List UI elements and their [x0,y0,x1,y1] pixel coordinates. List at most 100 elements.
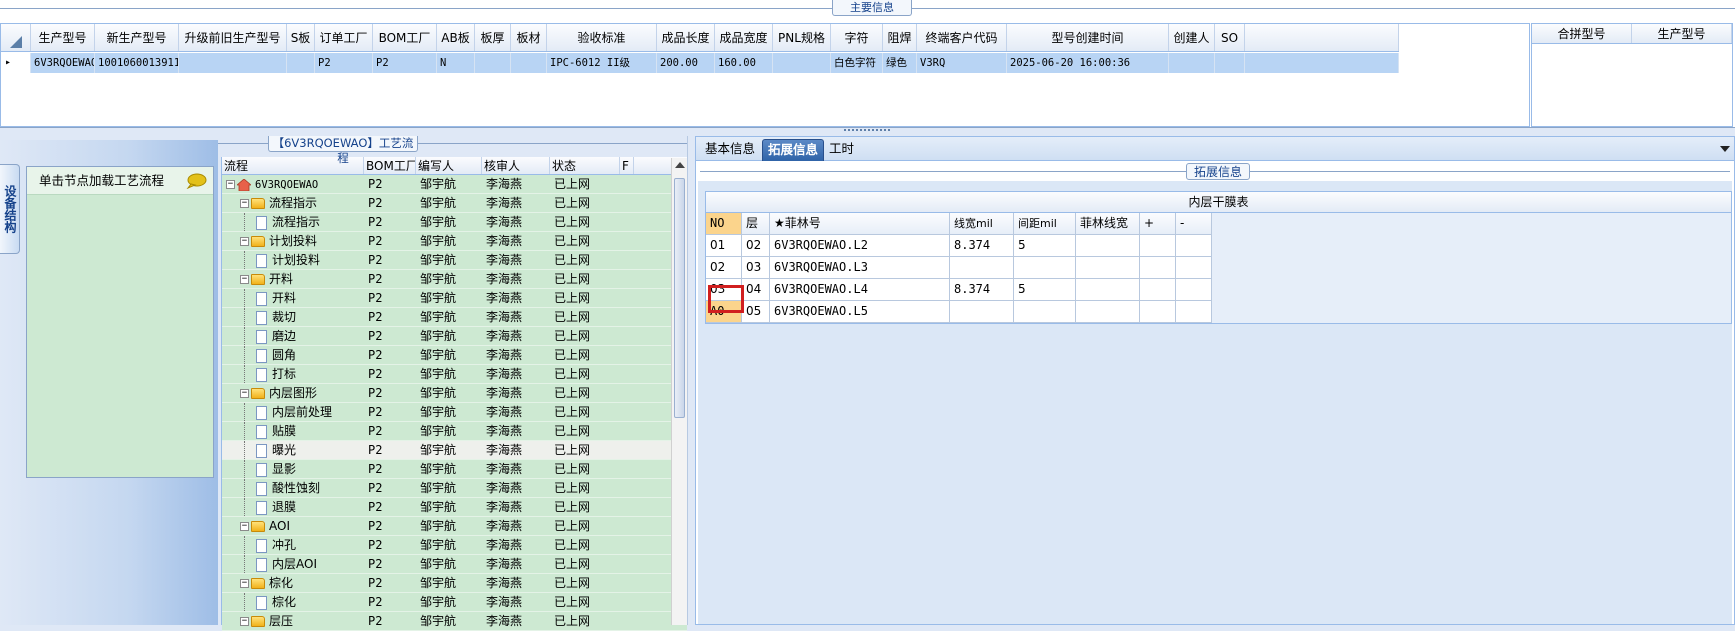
vertical-splitter[interactable] [687,136,695,625]
flow-node[interactable]: − 内层图形 [222,384,364,402]
merge-model-grid[interactable]: 合拼型号 生产型号 [1531,23,1733,127]
grid-cell[interactable] [511,53,547,73]
grid-cell[interactable]: 白色字符 [831,53,883,73]
film-cell[interactable]: A0 [706,301,742,323]
grid-cell[interactable]: 绿色 [883,53,917,73]
flow-node[interactable]: 棕化 [222,593,364,611]
flow-col-header-2[interactable]: 编写人 [416,157,482,174]
flow-tree-row[interactable]: 贴膜 P2 邹宇航 李海燕 已上网 [222,422,687,441]
film-cell[interactable] [1176,279,1212,301]
film-cell[interactable] [1014,301,1076,323]
film-cell[interactable]: 6V3RQOEWAO.L5 [770,301,950,323]
film-cell[interactable]: 6V3RQOEWAO.L3 [770,257,950,279]
col-header-8[interactable]: 板厚 [475,24,511,51]
flow-node[interactable]: − 层压 [222,612,364,630]
col-header-4[interactable]: S板 [287,24,315,51]
film-cell[interactable] [950,257,1014,279]
flow-tree-row[interactable]: 打标 P2 邹宇航 李海燕 已上网 [222,365,687,384]
flow-tree-row[interactable]: 冲孔 P2 邹宇航 李海燕 已上网 [222,536,687,555]
col-header-3[interactable]: 升级前旧生产型号 [179,24,287,51]
grid-cell[interactable]: N [437,53,475,73]
flow-node[interactable]: − 流程指示 [222,194,364,212]
flow-node[interactable]: − 开料 [222,270,364,288]
film-cell[interactable] [1140,301,1176,323]
flow-tree-row[interactable]: − 层压 P2 邹宇航 李海燕 已上网 [222,612,687,631]
tab-extended-info[interactable]: 拓展信息 [762,139,825,161]
scrollbar-thumb[interactable] [674,178,685,418]
grid-cell[interactable] [1245,53,1399,73]
flow-node[interactable]: 酸性蚀刻 [222,479,364,497]
col-header-20[interactable] [1245,24,1399,51]
flow-col-header-3[interactable]: 核审人 [482,157,550,174]
col-header-2[interactable]: 新生产型号 [95,24,179,51]
grid-cell[interactable]: 6V3RQOEWAO [31,53,95,73]
film-cell[interactable] [1140,235,1176,257]
col-header-6[interactable]: BOM工厂 [373,24,437,51]
col-header-12[interactable]: 成品宽度 [715,24,773,51]
flow-tree-row[interactable]: 内层前处理 P2 邹宇航 李海燕 已上网 [222,403,687,422]
inner-dry-film-table[interactable]: 内层干膜表 NO 层 ★菲林号 线宽mil 间距mil 菲林线宽 + - 01 02 6V3RQO… [705,191,1732,324]
grid-cell[interactable]: P2 [315,53,373,73]
flow-tree-row[interactable]: − 流程指示 P2 邹宇航 李海燕 已上网 [222,194,687,213]
film-col-header-5[interactable]: 菲林线宽 [1076,213,1140,235]
col-header-16[interactable]: 终端客户代码 [917,24,1007,51]
flow-tree-row[interactable]: − 开料 P2 邹宇航 李海燕 已上网 [222,270,687,289]
row-pointer-icon[interactable]: ▸ [1,53,31,73]
flow-tree-row[interactable]: − 内层图形 P2 邹宇航 李海燕 已上网 [222,384,687,403]
col-header-14[interactable]: 字符 [831,24,883,51]
grid-cell[interactable]: 2025-06-20 16:00:36 [1007,53,1169,73]
film-cell[interactable]: 6V3RQOEWAO.L4 [770,279,950,301]
flow-tree-row[interactable]: − 棕化 P2 邹宇航 李海燕 已上网 [222,574,687,593]
flow-tree-row[interactable]: − 6V3RQOEWAO P2 邹宇航 李海燕 已上网 [222,175,687,194]
flow-node[interactable]: 裁切 [222,308,364,326]
tree-collapse-icon[interactable]: − [240,389,249,398]
film-cell[interactable]: 02 [742,235,770,257]
film-cell[interactable] [1140,279,1176,301]
col-header-17[interactable]: 型号创建时间 [1007,24,1169,51]
splitter-grip[interactable] [844,129,890,132]
flow-tree-row[interactable]: 流程指示 P2 邹宇航 李海燕 已上网 [222,213,687,232]
scroll-up-arrow-icon[interactable] [675,162,685,168]
flow-tree-row[interactable]: − 计划投料 P2 邹宇航 李海燕 已上网 [222,232,687,251]
flow-tree-row[interactable]: − AOI P2 邹宇航 李海燕 已上网 [222,517,687,536]
flow-tree-row[interactable]: 内层AOI P2 邹宇航 李海燕 已上网 [222,555,687,574]
flow-scrollbar[interactable] [671,158,687,625]
film-cell[interactable]: 5 [1014,235,1076,257]
film-col-header-2[interactable]: ★菲林号 [770,213,950,235]
flow-node[interactable]: 打标 [222,365,364,383]
grid-cell[interactable] [1169,53,1215,73]
tree-collapse-icon[interactable]: − [240,522,249,531]
flow-node[interactable]: 内层AOI [222,555,364,573]
film-cell[interactable]: 03 [742,257,770,279]
flow-node[interactable]: 圆角 [222,346,364,364]
flow-node[interactable]: 退膜 [222,498,364,516]
flow-node[interactable]: 内层前处理 [222,403,364,421]
flow-tree-row[interactable]: 棕化 P2 邹宇航 李海燕 已上网 [222,593,687,612]
film-cell[interactable]: 01 [706,235,742,257]
flow-node[interactable]: 贴膜 [222,422,364,440]
col-header-11[interactable]: 成品长度 [657,24,715,51]
grid-cell[interactable] [773,53,831,73]
film-cell[interactable] [1076,257,1140,279]
film-col-header-1[interactable]: 层 [742,213,770,235]
flow-node[interactable]: 磨边 [222,327,364,345]
flow-tree-row[interactable]: 圆角 P2 邹宇航 李海燕 已上网 [222,346,687,365]
film-cell[interactable] [1176,257,1212,279]
col-header-1[interactable]: 生产型号 [31,24,95,51]
grid-cell[interactable]: V3RQ [917,53,1007,73]
film-table-row[interactable]: 02 03 6V3RQOEWAO.L3 [706,257,1731,279]
film-cell[interactable]: 04 [742,279,770,301]
film-table-row[interactable]: A0 05 6V3RQOEWAO.L5 [706,301,1731,323]
flow-tree-row[interactable]: 磨边 P2 邹宇航 李海燕 已上网 [222,327,687,346]
row-indicator-header[interactable] [1,24,31,51]
merge-col-header-merge-model[interactable]: 合拼型号 [1532,24,1632,43]
col-header-19[interactable]: SO [1215,24,1245,51]
grid-cell[interactable] [475,53,511,73]
film-col-header-4[interactable]: 间距mil [1014,213,1076,235]
col-header-5[interactable]: 订单工厂 [315,24,373,51]
film-cell[interactable] [1176,235,1212,257]
tab-work-hours[interactable]: 工时 [824,139,859,161]
flow-node[interactable]: − AOI [222,517,364,535]
flow-tree-row[interactable]: 退膜 P2 邹宇航 李海燕 已上网 [222,498,687,517]
film-cell[interactable] [1176,301,1212,323]
